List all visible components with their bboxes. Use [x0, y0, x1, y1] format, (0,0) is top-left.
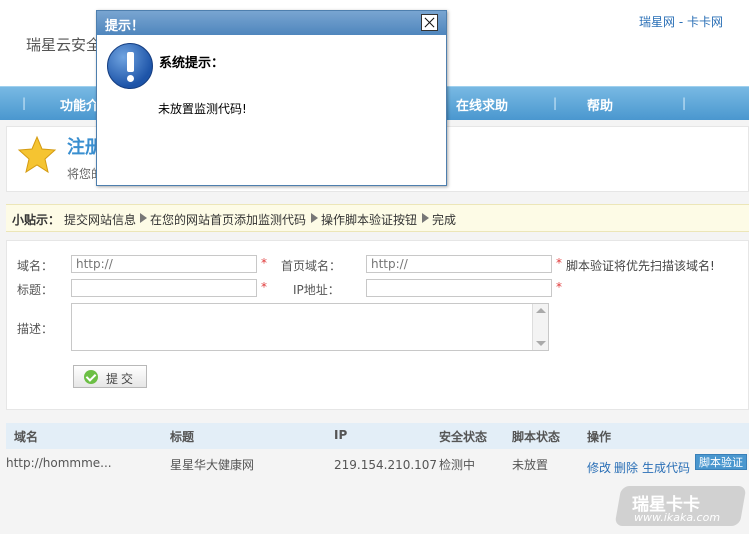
close-icon[interactable] — [421, 14, 438, 31]
title-label: 标题： — [17, 283, 54, 297]
scroll-up-icon[interactable] — [536, 308, 546, 313]
watermark-url: www.ikaka.com — [634, 511, 721, 524]
required-mark: * — [261, 256, 267, 270]
column-header-title: 标题 — [170, 430, 195, 444]
required-mark: * — [556, 280, 562, 294]
checkmark-icon — [84, 370, 98, 384]
ip-label: IP地址： — [293, 283, 340, 297]
arrow-right-icon — [140, 213, 147, 223]
row-domain[interactable]: http://hommme... — [6, 456, 112, 470]
required-mark: * — [556, 256, 562, 270]
column-header-ip: IP — [334, 428, 348, 442]
domain-label: 域名： — [17, 259, 54, 273]
row-script-status: 未放置 — [512, 458, 549, 472]
arrow-right-icon — [311, 213, 318, 223]
star-icon — [17, 135, 57, 174]
textarea-scrollbar[interactable] — [532, 304, 548, 350]
nav-item-features[interactable]: 功能介 — [60, 95, 99, 114]
description-label: 描述： — [17, 322, 54, 336]
ip-input[interactable] — [366, 279, 552, 297]
homepage-label: 首页域名： — [281, 259, 342, 273]
scroll-down-icon[interactable] — [536, 341, 546, 346]
description-textarea[interactable] — [71, 303, 549, 351]
title-input[interactable] — [71, 279, 257, 297]
site-form: 域名： * 首页域名： * 脚本验证将优先扫描该域名! 标题： * IP地址： … — [6, 240, 749, 410]
tips-step-1: 提交网站信息 — [64, 213, 137, 227]
tips-bar: 小贴示： 提交网站信息 在您的网站首页添加监测代码 操作脚本验证按钮 完成 — [6, 204, 749, 232]
edit-link[interactable]: 修改 — [587, 459, 611, 476]
tips-step-3: 操作脚本验证按钮 — [321, 213, 418, 227]
tips-step-4: 完成 — [432, 213, 457, 227]
nav-item-help[interactable]: 帮助 — [587, 95, 613, 114]
nav-separator: | — [22, 96, 27, 110]
column-header-actions: 操作 — [587, 430, 612, 444]
submit-button[interactable]: 提交 — [73, 365, 147, 388]
submit-button-label: 提交 — [106, 372, 137, 386]
script-verify-button[interactable]: 脚本验证 — [695, 454, 747, 470]
table-header: 域名 标题 IP 安全状态 脚本状态 操作 — [6, 423, 749, 449]
dialog-titlebar: 提示！ — [97, 11, 446, 35]
site-title: 瑞星云安全 — [26, 36, 102, 54]
alert-dialog: 提示！ 系统提示： 未放置监测代码! — [96, 10, 447, 186]
dialog-message: 未放置监测代码! — [158, 102, 247, 116]
homepage-note: 脚本验证将优先扫描该域名! — [566, 259, 715, 273]
dialog-heading: 系统提示： — [159, 56, 225, 71]
column-header-domain: 域名 — [14, 430, 39, 444]
tips-step-2: 在您的网站首页添加监测代码 — [150, 213, 307, 227]
nav-item-online-help[interactable]: 在线求助 — [456, 95, 508, 114]
row-ip: 219.154.210.107 — [334, 458, 438, 472]
delete-link[interactable]: 删除 — [614, 459, 638, 476]
dialog-title: 提示！ — [105, 19, 145, 34]
tips-label: 小贴示： — [12, 213, 61, 227]
top-link[interactable]: 瑞星网 - 卡卡网 — [639, 13, 723, 30]
homepage-input[interactable] — [366, 255, 552, 273]
nav-separator: | — [553, 96, 558, 110]
row-title: 星星华大健康网 — [170, 458, 255, 472]
generate-code-link[interactable]: 生成代码 — [642, 459, 690, 476]
required-mark: * — [261, 280, 267, 294]
column-header-script-status: 脚本状态 — [512, 430, 561, 444]
column-header-security-status: 安全状态 — [439, 430, 488, 444]
exclamation-icon — [107, 43, 153, 89]
row-security-status: 检测中 — [439, 458, 476, 472]
nav-separator: | — [682, 96, 687, 110]
arrow-right-icon — [422, 213, 429, 223]
domain-input[interactable] — [71, 255, 257, 273]
